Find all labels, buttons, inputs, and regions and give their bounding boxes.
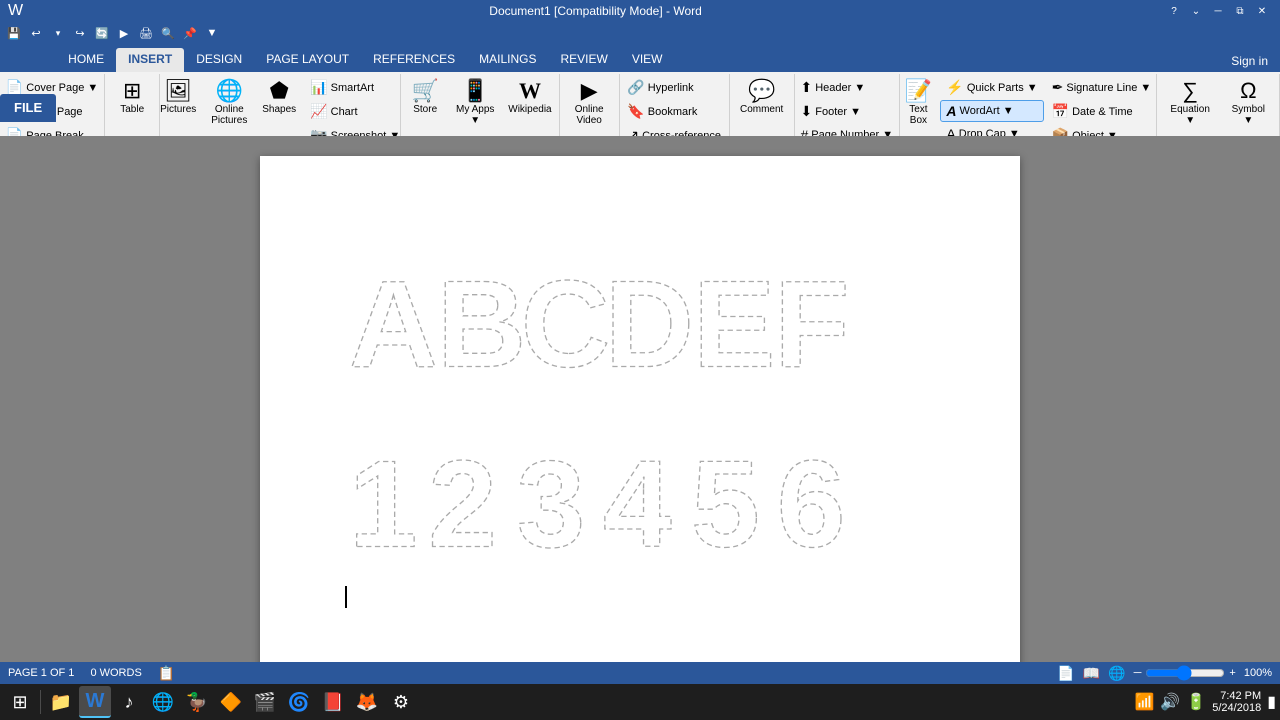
date-display: 5/24/2018 (1212, 702, 1261, 714)
taskbar-acrobat[interactable]: 📕 (317, 686, 349, 718)
window-title: Document1 [Compatibility Mode] - Word (27, 4, 1164, 18)
taskbar: ⊞ 📁 W ♪ 🌐 🦆 🔶 🎬 🌀 📕 🦊 ⚙ 📶 🔊 🔋 7:42 PM 5/… (0, 684, 1280, 720)
taskbar-firefox[interactable]: 🦊 (351, 686, 383, 718)
save-btn[interactable]: 💾 (4, 24, 24, 42)
show-desktop-btn[interactable]: ▮ (1267, 692, 1276, 712)
letter-e: E (693, 256, 775, 394)
document-page: .dashed-char { font-family: Arial Black,… (260, 156, 1020, 662)
tab-home[interactable]: HOME (56, 48, 116, 72)
tab-page-layout[interactable]: PAGE LAYOUT (254, 48, 361, 72)
taskbar-chrome[interactable]: 🌐 (147, 686, 179, 718)
ribbon-collapse-btn[interactable]: ⌄ (1186, 3, 1206, 19)
undo-arrow-btn[interactable]: ▾ (48, 24, 68, 42)
zoom-slider[interactable] (1145, 665, 1225, 681)
chart-btn[interactable]: 📈Chart (304, 100, 406, 123)
wikipedia-btn[interactable]: W Wikipedia (505, 76, 554, 119)
proofing-icon[interactable]: 📋 (158, 665, 175, 682)
start-button[interactable]: ⊞ (4, 686, 36, 718)
tab-mailings[interactable]: MAILINGS (467, 48, 548, 72)
taskbar-system-tray: 📶 🔊 🔋 7:42 PM 5/24/2018 ▮ (1134, 690, 1276, 714)
tab-review[interactable]: REVIEW (549, 48, 620, 72)
taskbar-groove[interactable]: ♪ (113, 686, 145, 718)
letter-b: B (437, 256, 526, 394)
taskbar-word[interactable]: W (79, 686, 111, 718)
number-5: 5 (691, 436, 760, 574)
taskbar-duck[interactable]: 🦆 (181, 686, 213, 718)
status-bar: PAGE 1 OF 1 0 WORDS 📋 📄 📖 🌐 ─ + 100% (0, 662, 1280, 684)
pin-btn[interactable]: 📌 (180, 24, 200, 42)
taskbar-separator (40, 690, 41, 714)
taskbar-opera[interactable]: 🌀 (283, 686, 315, 718)
shapes-btn[interactable]: ⬟ Shapes (256, 76, 302, 119)
print-quick-btn[interactable]: 🖨 (136, 24, 156, 42)
help-btn[interactable]: ? (1164, 3, 1184, 19)
restore-btn[interactable]: ⧉ (1230, 3, 1250, 19)
number-3: 3 (516, 436, 585, 574)
undo-btn[interactable]: ↩ (26, 24, 46, 42)
online-video-btn[interactable]: ▶ Online Video (563, 76, 615, 130)
footer-btn[interactable]: ⬇Footer ▼ (795, 100, 900, 123)
quick-parts-btn[interactable]: ⚡Quick Parts ▼ (940, 76, 1043, 99)
zoom-level: 100% (1244, 667, 1272, 679)
taskbar-video[interactable]: 🎬 (249, 686, 281, 718)
view-reading-icon[interactable]: 📖 (1083, 665, 1100, 682)
custom-qa-btn[interactable]: ▼ (202, 24, 222, 42)
pictures-btn[interactable]: 🖼 Pictures (154, 76, 202, 119)
store-btn[interactable]: 🛒 Store (405, 76, 445, 119)
file-tab[interactable]: FILE (0, 94, 56, 122)
tab-view[interactable]: VIEW (620, 48, 675, 72)
document-container[interactable]: .dashed-char { font-family: Arial Black,… (0, 136, 1280, 662)
wordart-btn[interactable]: AWordArt ▼ (940, 100, 1043, 122)
close-btn[interactable]: ✕ (1252, 3, 1272, 19)
battery-icon[interactable]: 🔋 (1186, 692, 1206, 712)
zoom-control[interactable]: ─ + (1134, 665, 1236, 681)
number-4: 4 (603, 436, 672, 574)
table-btn[interactable]: ⊞ Table (112, 76, 152, 119)
print-preview-btn[interactable]: 🔍 (158, 24, 178, 42)
smartart-btn[interactable]: 📊SmartArt (304, 76, 406, 99)
online-pictures-btn[interactable]: 🌐 Online Pictures (204, 76, 254, 130)
word-count: 0 WORDS (90, 667, 141, 679)
minimize-btn[interactable]: ─ (1208, 3, 1228, 19)
letter-d: D (605, 256, 694, 394)
network-icon[interactable]: 📶 (1134, 692, 1154, 712)
number-1: 1 (349, 436, 418, 574)
tab-design[interactable]: DESIGN (184, 48, 254, 72)
taskbar-vlc[interactable]: 🔶 (215, 686, 247, 718)
taskbar-app10[interactable]: ⚙ (385, 686, 417, 718)
volume-icon[interactable]: 🔊 (1160, 692, 1180, 712)
comment-btn[interactable]: 💬 Comment (734, 76, 789, 119)
number-6: 6 (777, 436, 846, 574)
taskbar-file-explorer[interactable]: 📁 (45, 686, 77, 718)
header-btn[interactable]: ⬆Header ▼ (795, 76, 900, 99)
tab-references[interactable]: REFERENCES (361, 48, 467, 72)
hyperlink-btn[interactable]: 🔗Hyperlink (621, 76, 727, 99)
number-2: 2 (428, 436, 497, 574)
my-apps-btn[interactable]: 📱 My Apps ▼ (447, 76, 503, 130)
bookmark-btn[interactable]: 🔖Bookmark (621, 100, 727, 123)
view-web-icon[interactable]: 🌐 (1108, 665, 1125, 682)
sign-in-link[interactable]: Sign in (1219, 50, 1280, 72)
time-display: 7:42 PM (1212, 690, 1261, 702)
text-box-btn[interactable]: 📝 Text Box (898, 76, 938, 130)
page-count: PAGE 1 OF 1 (8, 667, 74, 679)
letter-c: C (521, 256, 610, 394)
equation-btn[interactable]: ∑ Equation ▼ (1161, 76, 1220, 130)
view-normal-icon[interactable]: 📄 (1057, 665, 1074, 682)
letter-f: F (774, 256, 849, 394)
letter-a: A (349, 256, 438, 394)
date-time-btn[interactable]: 📅Date & Time (1046, 100, 1158, 123)
text-cursor (345, 586, 347, 608)
redo-btn[interactable]: ↪ (70, 24, 90, 42)
tab-insert[interactable]: INSERT (116, 48, 184, 72)
symbol-btn[interactable]: Ω Symbol ▼ (1222, 76, 1275, 130)
signature-line-btn[interactable]: ✒Signature Line ▼ (1046, 76, 1158, 99)
clock[interactable]: 7:42 PM 5/24/2018 (1212, 690, 1261, 714)
play-btn[interactable]: ▶ (114, 24, 134, 42)
refresh-btn[interactable]: 🔄 (92, 24, 112, 42)
